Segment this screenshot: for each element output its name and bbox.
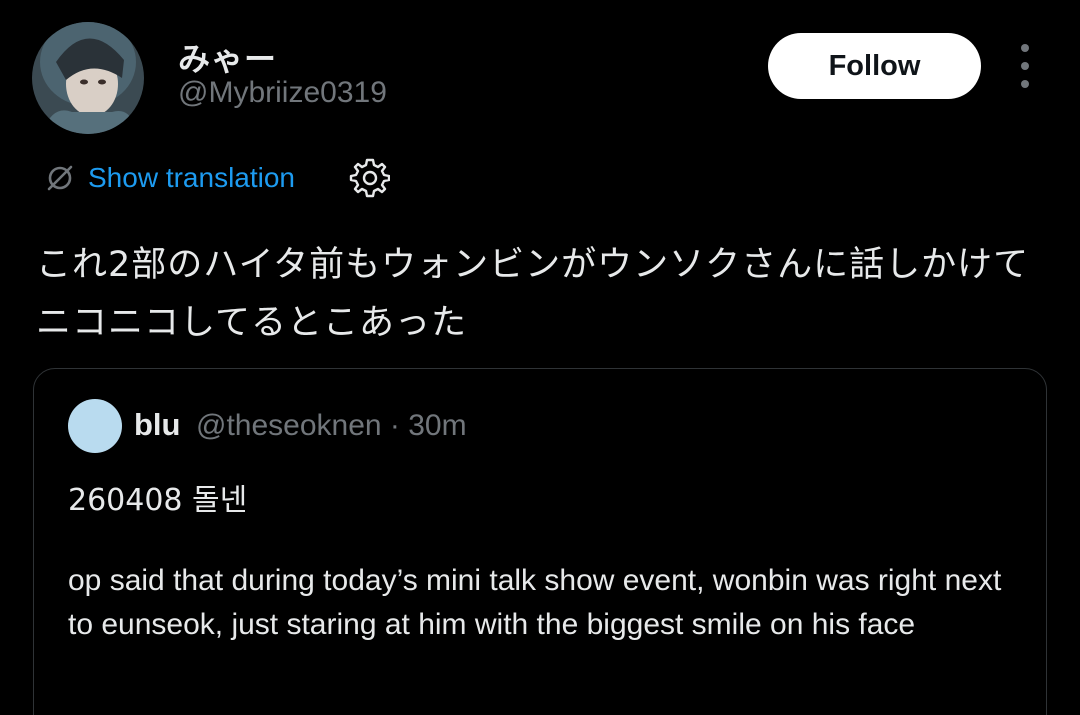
quote-text-body: op said that during today’s mini talk sh… xyxy=(68,564,1002,641)
quote-author-name[interactable]: blu xyxy=(134,407,181,443)
quoted-tweet[interactable]: blu @theseoknen · 30m 260408 돌넨 op said … xyxy=(33,368,1047,715)
translation-row: Show translation xyxy=(44,156,295,200)
quote-text-heading: 260408 돌넨 xyxy=(68,483,248,518)
more-options-icon[interactable] xyxy=(1010,44,1040,88)
quote-avatar[interactable] xyxy=(68,399,122,453)
author-handle[interactable]: @Mybriize0319 xyxy=(178,76,387,110)
author-avatar[interactable] xyxy=(32,22,144,134)
dot xyxy=(1021,80,1029,88)
follow-button[interactable]: Follow xyxy=(768,33,981,99)
show-translation-link[interactable]: Show translation xyxy=(88,162,295,194)
tweet-text: これ2部のハイタ前もウォンビンがウンソクさんに話しかけてニコニコしてるとこあった xyxy=(36,245,1030,343)
author-display-name[interactable]: みゃー xyxy=(178,34,277,80)
quote-author-handle[interactable]: @theseoknen · 30m xyxy=(196,409,467,443)
gear-icon[interactable] xyxy=(348,156,390,198)
dot xyxy=(1021,62,1029,70)
avatar-photo xyxy=(32,22,144,134)
translate-icon xyxy=(47,165,73,191)
dot xyxy=(1021,44,1029,52)
